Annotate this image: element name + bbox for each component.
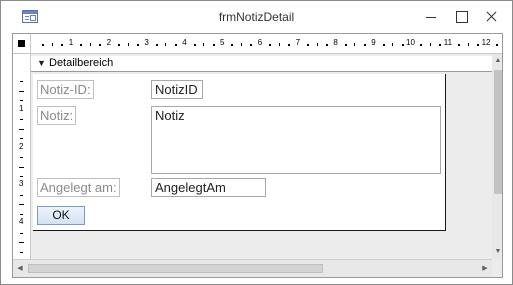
ruler-tick	[20, 175, 23, 177]
ruler-tick	[20, 213, 23, 215]
ruler-dot	[288, 44, 291, 46]
ruler-tick	[19, 204, 24, 206]
maximize-icon[interactable]	[446, 1, 476, 33]
ruler-dot	[477, 44, 480, 46]
ruler-tick	[20, 251, 23, 253]
title-bar[interactable]: frmNotizDetail	[1, 1, 512, 33]
ruler-number: 11	[443, 38, 453, 47]
ruler-dot	[231, 44, 234, 46]
vertical-scrollbar[interactable]: ▲ ▼	[492, 54, 502, 259]
ruler-dot	[174, 44, 177, 46]
section-arrow-icon: ▼	[37, 58, 46, 68]
ruler-tick	[19, 128, 24, 130]
ruler-number: 9	[371, 38, 376, 47]
notiz-label[interactable]: Notiz:	[37, 106, 77, 125]
angelegt-am-field[interactable]: AngelegtAm	[151, 178, 266, 197]
ruler-number: 6	[257, 38, 263, 47]
ruler-tick	[89, 43, 91, 46]
ruler-dot	[325, 44, 328, 46]
scroll-up-icon[interactable]: ▲	[492, 54, 502, 68]
ruler-number: 12	[481, 38, 491, 47]
detail-canvas[interactable]: Notiz-ID: NotizID Notiz: Notiz Angelegt …	[33, 74, 446, 231]
notiz-id-field[interactable]: NotizID	[151, 80, 203, 99]
ruler-dot	[401, 44, 404, 46]
ruler-tick	[20, 194, 23, 196]
ruler-dot	[439, 44, 442, 46]
ruler-tick	[20, 232, 23, 234]
section-bar-detail[interactable]: ▼ Detailbereich	[31, 56, 492, 72]
close-icon[interactable]	[476, 1, 506, 33]
ruler-tick	[429, 43, 431, 46]
ruler-dot	[382, 44, 385, 46]
ruler-number: 4	[182, 38, 187, 47]
ruler-tick	[20, 100, 23, 102]
ruler-dot	[250, 44, 253, 46]
ruler-tick	[20, 81, 23, 83]
ruler-tick	[240, 43, 242, 46]
ruler-number: 3	[144, 38, 149, 47]
ruler-tick	[354, 43, 356, 46]
design-surface: 1 2 3 4 5 6 7 8 9 10 11 12 1234 ▼ Detailbereich Not…	[12, 33, 503, 278]
angelegt-am-label[interactable]: Angelegt am:	[37, 178, 120, 197]
scroll-down-icon[interactable]: ▼	[492, 245, 502, 259]
ruler-number: 4	[19, 217, 24, 227]
ruler-tick	[203, 43, 205, 46]
ruler-number: 5	[220, 38, 225, 47]
ruler-dot	[307, 44, 310, 46]
vertical-scroll-thumb[interactable]	[494, 70, 502, 194]
ruler-dot	[458, 44, 461, 46]
notiz-field[interactable]: Notiz	[151, 106, 441, 174]
section-label: Detailbereich	[49, 57, 114, 69]
ruler-dot	[118, 44, 121, 46]
horizontal-scrollbar[interactable]: ◀ ▶	[13, 259, 492, 277]
ruler-dot	[42, 44, 45, 46]
ruler-tick	[20, 157, 23, 159]
ruler-dot	[61, 44, 64, 46]
form-selector[interactable]	[13, 34, 31, 54]
ruler-tick	[316, 43, 318, 46]
ruler-dot	[363, 44, 366, 46]
ruler-tick	[19, 90, 24, 92]
notiz-id-label[interactable]: Notiz-ID:	[37, 80, 94, 99]
ruler-tick	[165, 43, 167, 46]
ruler-tick	[19, 166, 24, 168]
ruler-tick	[278, 43, 280, 46]
ruler-tick	[20, 119, 23, 121]
ruler-dot	[344, 44, 347, 46]
ruler-tick	[20, 138, 23, 140]
horizontal-ruler[interactable]: 1 2 3 4 5 6 7 8 9 10 11 12	[31, 34, 502, 54]
ruler-tick	[51, 43, 53, 46]
ruler-number: 7	[295, 38, 301, 47]
ruler-dot	[99, 44, 102, 46]
ruler-tick	[392, 43, 394, 46]
form-window: frmNotizDetail 1 2 3 4 5 6 7 8 9 10 11 12 1234 ▼ De…	[0, 0, 513, 285]
size-grip	[492, 259, 502, 277]
ruler-number: 2	[19, 141, 24, 151]
scroll-left-icon[interactable]: ◀	[13, 260, 27, 277]
ruler-number: 10	[406, 38, 415, 47]
ruler-dot	[420, 44, 423, 46]
ruler-number: 1	[68, 38, 74, 47]
ruler-dot	[193, 44, 196, 46]
vertical-ruler[interactable]: 1 2 3 4	[13, 54, 31, 259]
ruler-dot	[212, 44, 215, 46]
ruler-number: 2	[106, 38, 112, 47]
ruler-tick	[19, 242, 24, 244]
ruler-dot	[136, 44, 139, 46]
ruler-tick	[467, 43, 469, 46]
ruler-tick	[127, 43, 129, 46]
ok-button[interactable]: OK	[37, 206, 85, 225]
ruler-dot	[269, 44, 272, 46]
minimize-icon[interactable]	[416, 1, 446, 33]
ruler-number: 1	[19, 103, 24, 113]
scroll-right-icon[interactable]: ▶	[478, 260, 492, 277]
ruler-number: 8	[333, 38, 338, 47]
ruler-dot	[496, 44, 499, 46]
ruler-dot	[155, 44, 158, 46]
horizontal-scroll-thumb[interactable]	[28, 264, 323, 273]
ruler-number: 3	[19, 179, 24, 189]
ruler-dot	[80, 44, 83, 46]
